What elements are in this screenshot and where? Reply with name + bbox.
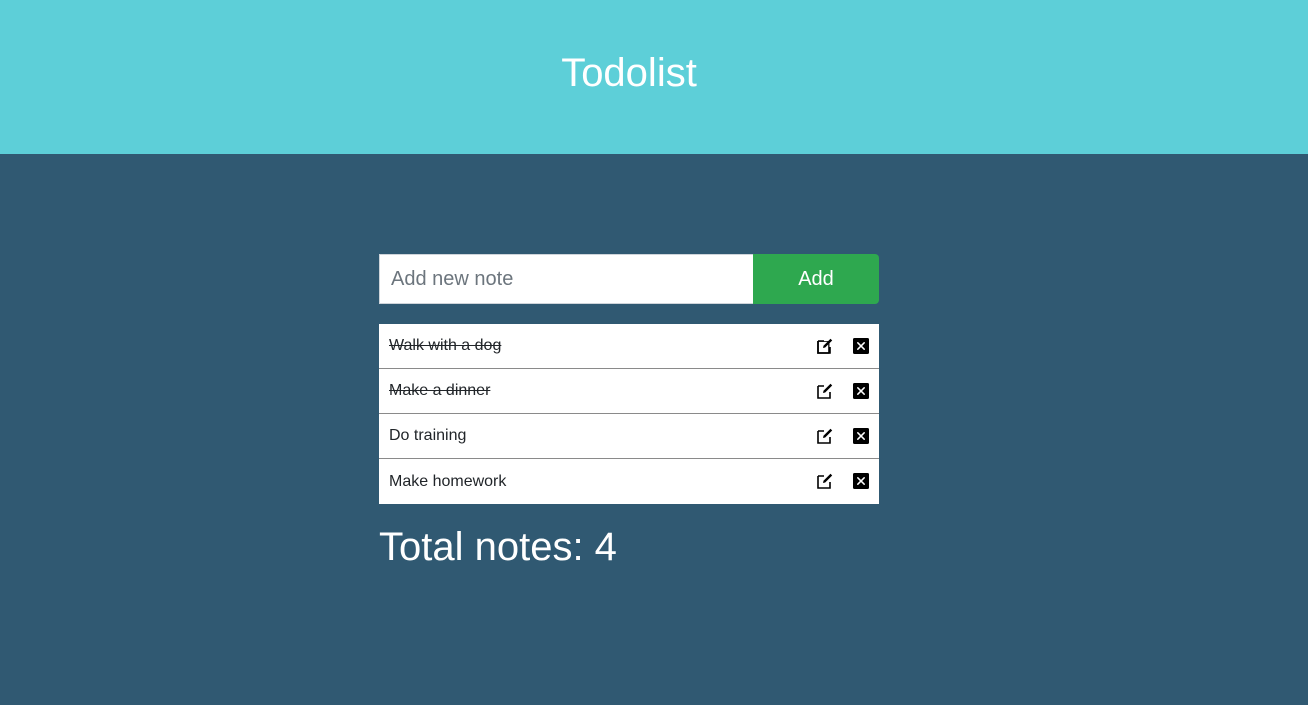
- note-text[interactable]: Make a dinner: [389, 382, 879, 400]
- add-note-form: Add: [379, 254, 879, 304]
- close-icon[interactable]: [853, 338, 869, 354]
- note-item: Make homework: [379, 459, 879, 504]
- page-title: Todolist: [561, 51, 697, 95]
- note-text[interactable]: Walk with a dog: [389, 337, 879, 355]
- add-button[interactable]: Add: [753, 254, 879, 304]
- note-item: Make a dinner: [379, 369, 879, 414]
- notes-list: Walk with a dog Make a dinner Do trainin…: [379, 324, 879, 504]
- edit-icon[interactable]: [817, 338, 833, 354]
- note-item: Do training: [379, 414, 879, 459]
- close-icon[interactable]: [853, 473, 869, 489]
- todo-container: Add Walk with a dog Make: [379, 254, 879, 570]
- note-text[interactable]: Do training: [389, 427, 879, 445]
- note-item: Walk with a dog: [379, 324, 879, 369]
- note-text[interactable]: Make homework: [389, 473, 879, 491]
- close-icon[interactable]: [853, 383, 869, 399]
- header-bar: Todolist: [0, 0, 1308, 154]
- close-icon[interactable]: [853, 428, 869, 444]
- edit-icon[interactable]: [817, 473, 833, 489]
- total-notes-count: Total notes: 4: [379, 525, 617, 569]
- edit-icon[interactable]: [817, 428, 833, 444]
- new-note-input[interactable]: [379, 254, 753, 304]
- edit-icon[interactable]: [817, 383, 833, 399]
